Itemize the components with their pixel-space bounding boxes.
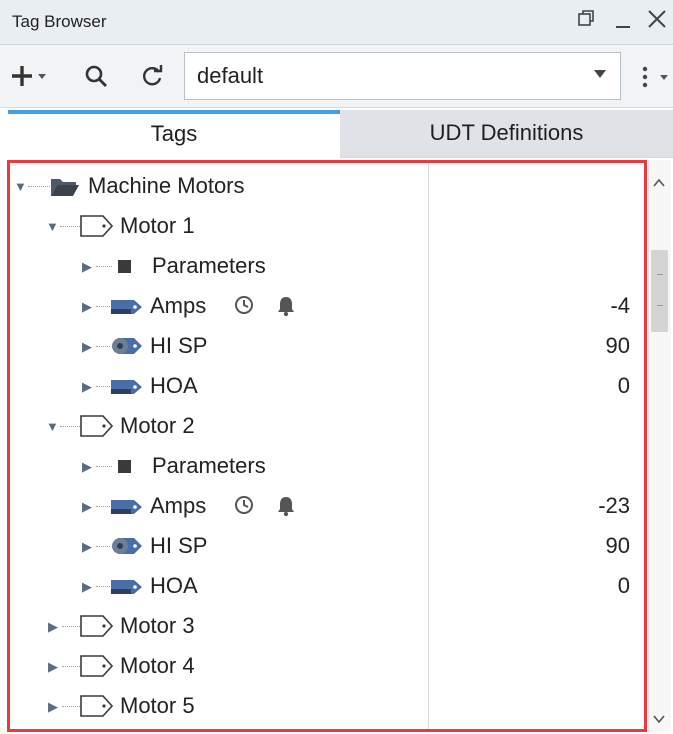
tree-label-motor-2: Motor 2 — [120, 413, 195, 438]
history-clock-icon — [234, 295, 254, 321]
tree-row-motor-2[interactable]: ▼ Motor 2 — [10, 406, 638, 446]
tree-label-hi-sp: HI SP — [150, 533, 208, 558]
memory-tag-icon — [110, 535, 144, 562]
restore-icon[interactable] — [576, 8, 596, 34]
tag-value-amps: -23 — [598, 493, 630, 518]
tag-value-hi-sp: 90 — [605, 533, 630, 558]
window-title: Tag Browser — [12, 12, 107, 31]
opc-tag-icon — [110, 577, 144, 602]
collapsed-arrow-icon[interactable]: ▶ — [82, 499, 92, 515]
scroll-down-icon[interactable] — [652, 712, 666, 727]
tab-udt-definitions-label: UDT Definitions — [429, 120, 584, 145]
collapsed-arrow-icon[interactable]: ▶ — [82, 579, 92, 595]
tree-row-motor-2-amps[interactable]: ▶ Amps -23 — [10, 486, 638, 526]
collapsed-arrow-icon[interactable]: ▶ — [82, 459, 92, 475]
vertical-scrollbar[interactable] — [648, 160, 671, 732]
tag-value-amps: -4 — [610, 293, 630, 318]
udt-instance-icon — [80, 695, 114, 722]
history-clock-icon — [234, 495, 254, 521]
tree-row-motor-1-hoa[interactable]: ▶ HOA 0 — [10, 366, 638, 406]
opc-tag-icon — [110, 377, 144, 402]
tree-label-machine-motors: Machine Motors — [88, 173, 245, 198]
tree-row-motor-1[interactable]: ▼ Motor 1 — [10, 206, 638, 246]
refresh-icon[interactable] — [140, 64, 164, 93]
tree-label-motor-3: Motor 3 — [120, 613, 195, 638]
tree-label-amps: Amps — [150, 493, 207, 518]
memory-tag-icon — [110, 335, 144, 362]
tree-label-hoa: HOA — [150, 573, 198, 598]
udt-instance-icon — [80, 655, 114, 682]
tab-udt-definitions[interactable]: UDT Definitions — [340, 110, 673, 158]
alarm-bell-icon — [276, 295, 296, 323]
minimize-icon[interactable] — [613, 8, 633, 38]
tree-label-motor-5: Motor 5 — [120, 693, 195, 718]
tree-label-amps: Amps — [150, 293, 207, 318]
collapsed-arrow-icon[interactable]: ▶ — [82, 539, 92, 555]
collapsed-arrow-icon[interactable]: ▶ — [82, 299, 92, 315]
tree-label-hi-sp: HI SP — [150, 333, 208, 358]
expanded-arrow-icon[interactable]: ▼ — [46, 219, 59, 234]
search-icon[interactable] — [84, 64, 108, 93]
collapsed-arrow-icon[interactable]: ▶ — [48, 619, 58, 635]
chevron-down-icon — [592, 67, 608, 83]
tag-provider-value: default — [197, 63, 264, 88]
expanded-arrow-icon[interactable]: ▼ — [46, 419, 59, 434]
tree-label-motor-1: Motor 1 — [120, 213, 195, 238]
folder-open-icon — [50, 176, 80, 203]
tree-row-motor-2-parameters[interactable]: ▶ Parameters — [10, 446, 638, 486]
tab-tags-label: Tags — [150, 121, 198, 146]
udt-instance-icon — [80, 215, 114, 242]
tree-row-motor-3[interactable]: ▶ Motor 3 — [10, 606, 638, 646]
tree-label-parameters: Parameters — [152, 453, 266, 478]
tag-value-hi-sp: 90 — [605, 333, 630, 358]
tab-tags[interactable]: Tags — [8, 110, 340, 158]
tag-value-hoa: 0 — [617, 573, 630, 598]
collapsed-arrow-icon[interactable]: ▶ — [48, 699, 58, 715]
folder-icon — [118, 460, 132, 479]
collapsed-arrow-icon[interactable]: ▶ — [48, 659, 58, 675]
close-icon[interactable] — [646, 8, 668, 36]
expanded-arrow-icon[interactable]: ▼ — [14, 179, 27, 194]
scroll-up-icon[interactable] — [652, 176, 666, 191]
folder-icon — [118, 260, 132, 279]
tab-bar: Tags UDT Definitions — [0, 110, 673, 158]
collapsed-arrow-icon[interactable]: ▶ — [82, 259, 92, 275]
tree-label-motor-4: Motor 4 — [120, 653, 195, 678]
collapsed-arrow-icon[interactable]: ▶ — [82, 339, 92, 355]
tree-row-motor-1-hisp[interactable]: ▶ HI SP 90 — [10, 326, 638, 366]
tree-row-motor-1-amps[interactable]: ▶ Amps -4 — [10, 286, 638, 326]
tree-row-motor-2-hoa[interactable]: ▶ HOA 0 — [10, 566, 638, 606]
collapsed-arrow-icon[interactable]: ▶ — [82, 379, 92, 395]
tree-label-hoa: HOA — [150, 373, 198, 398]
udt-instance-icon — [80, 615, 114, 642]
add-tag-button[interactable] — [12, 64, 52, 93]
tree-row-machine-motors[interactable]: ▼ Machine Motors — [10, 166, 638, 206]
more-vertical-icon[interactable] — [640, 66, 670, 93]
tree-row-motor-4[interactable]: ▶ Motor 4 — [10, 646, 638, 686]
tag-value-hoa: 0 — [617, 373, 630, 398]
tree-row-motor-1-parameters[interactable]: ▶ Parameters — [10, 246, 638, 286]
opc-tag-icon — [110, 297, 144, 322]
opc-tag-icon — [110, 497, 144, 522]
tree-label-parameters: Parameters — [152, 253, 266, 278]
alarm-bell-icon — [276, 495, 296, 523]
tree-row-motor-2-hisp[interactable]: ▶ HI SP 90 — [10, 526, 638, 566]
tag-provider-select[interactable]: default — [184, 52, 621, 100]
tree-row-motor-5[interactable]: ▶ Motor 5 — [10, 686, 638, 726]
scrollbar-grip — [657, 274, 663, 306]
udt-instance-icon — [80, 415, 114, 442]
